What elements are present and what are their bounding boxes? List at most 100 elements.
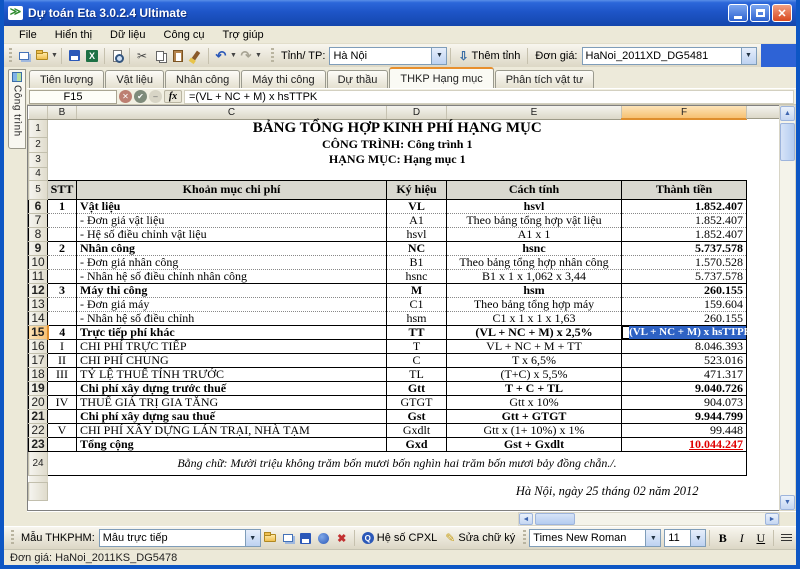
row-header[interactable]: 13 <box>29 297 48 311</box>
grid-cell[interactable]: 3 <box>48 283 77 297</box>
grid-cell[interactable]: Gtt + GTGT <box>447 409 622 423</box>
grid-cell[interactable]: TT <box>387 325 447 339</box>
align-left-button[interactable] <box>777 529 795 547</box>
item-line[interactable]: HẠNG MỤC: Hạng mục 1 <box>48 152 747 167</box>
grid-cell[interactable]: C <box>387 353 447 367</box>
row-header[interactable]: 3 <box>29 152 48 167</box>
grid-cell[interactable]: CHI PHÍ TRỰC TIẾP <box>77 339 387 353</box>
column-header-D[interactable]: D <box>387 106 447 119</box>
grid-cell[interactable]: (VL + NC + M) x 2,5% <box>447 325 622 339</box>
grid-cell[interactable]: 1.852.407 <box>622 227 747 241</box>
grid-cell[interactable]: 471.317 <box>622 367 747 381</box>
format-painter-button[interactable] <box>187 47 205 65</box>
font-size-select[interactable]: 11 ▼ <box>664 529 706 547</box>
grid-cell[interactable]: hsm <box>447 283 622 297</box>
project-line[interactable]: CÔNG TRÌNH: Công trình 1 <box>48 137 747 152</box>
column-header-E[interactable]: E <box>447 106 622 119</box>
amount-in-words[interactable]: Bằng chữ: Mười triệu không trăm bốn mươi… <box>48 451 747 475</box>
menu-view[interactable]: Hiển thị <box>46 27 101 43</box>
grid-cell[interactable]: A1 x 1 <box>447 227 622 241</box>
row-header[interactable]: 10 <box>29 255 48 269</box>
row-header[interactable] <box>29 482 48 500</box>
grid-cell[interactable]: 159.604 <box>622 297 747 311</box>
grid-cell[interactable]: (T+C) x 5,5% <box>447 367 622 381</box>
scroll-down-button[interactable]: ▼ <box>780 495 795 510</box>
row-header[interactable]: 2 <box>29 137 48 152</box>
grid-cell[interactable]: GTGT <box>387 395 447 409</box>
grid-cell[interactable]: M <box>387 283 447 297</box>
grid-cell[interactable]: TL <box>387 367 447 381</box>
toolbar-grip[interactable] <box>270 48 274 64</box>
confirm-entry-button[interactable]: ✔ <box>134 90 147 103</box>
copy-button[interactable] <box>151 47 169 65</box>
import-template-button[interactable] <box>279 529 297 547</box>
tab-vat-lieu[interactable]: Vật liệu <box>105 70 164 88</box>
font-name-dropdown-button[interactable]: ▼ <box>645 530 660 546</box>
add-province-button[interactable]: ⇩ Thêm tỉnh <box>454 48 524 64</box>
row-header[interactable]: 21 <box>29 409 48 423</box>
grid-cell[interactable]: 904.073 <box>622 395 747 409</box>
header-symbol[interactable]: Ký hiệu <box>387 180 447 199</box>
undo-button[interactable]: ↶ <box>212 47 230 65</box>
date-line[interactable]: Hà Nội, ngày 25 tháng 02 năm 2012 <box>48 482 747 500</box>
save-template-button[interactable] <box>297 529 315 547</box>
tab-thkp-hang-muc[interactable]: THKP Hạng mục <box>389 67 493 88</box>
row-header[interactable]: 9 <box>29 241 48 255</box>
print-preview-button[interactable] <box>108 47 126 65</box>
grid-cell[interactable]: - Nhân hệ số điều chỉnh <box>77 311 387 325</box>
minimize-button[interactable] <box>728 4 748 22</box>
grid-cell[interactable]: Gtt <box>387 381 447 395</box>
grid-cell[interactable]: 260.155 <box>622 283 747 297</box>
maximize-button[interactable] <box>750 4 770 22</box>
bold-button[interactable]: B <box>713 529 732 547</box>
new-button[interactable] <box>15 47 33 65</box>
header-name[interactable]: Khoản mục chi phí <box>77 180 387 199</box>
row-header[interactable] <box>29 475 48 482</box>
font-name-select[interactable]: Times New Roman ▼ <box>529 529 661 547</box>
row-header[interactable]: 5 <box>29 180 48 199</box>
tab-du-thau[interactable]: Dự thầu <box>327 70 389 88</box>
menu-tools[interactable]: Công cụ <box>155 27 214 43</box>
grid-cell[interactable]: 9.040.726 <box>622 381 747 395</box>
grid-cell[interactable]: Gxdlt <box>387 423 447 437</box>
row-header[interactable]: 24 <box>29 451 48 475</box>
row-header[interactable]: 16 <box>29 339 48 353</box>
header-calc[interactable]: Cách tính <box>447 180 622 199</box>
menu-help[interactable]: Trợ giúp <box>214 27 273 43</box>
align-center-button[interactable] <box>795 529 800 547</box>
export-excel-button[interactable]: X <box>83 47 101 65</box>
delete-template-button[interactable]: ✖ <box>333 529 351 547</box>
column-header-B[interactable]: B <box>48 106 77 119</box>
grid-cell[interactable]: hsm <box>387 311 447 325</box>
row-header[interactable]: 22 <box>29 423 48 437</box>
row-header-selected[interactable]: 15 <box>29 325 48 339</box>
tab-tien-luong[interactable]: Tiên lượng <box>29 70 104 88</box>
row-header[interactable]: 7 <box>29 213 48 227</box>
row-header[interactable]: 20 <box>29 395 48 409</box>
grid-cell[interactable]: 5.737.578 <box>622 269 747 283</box>
selected-cell-formula[interactable]: =(VL + NC + M) x hsTTPK <box>629 326 746 339</box>
row-header[interactable]: 11 <box>29 269 48 283</box>
toolbar-grip[interactable] <box>522 530 526 546</box>
grid-cell[interactable]: THUẾ GIÁ TRỊ GIA TĂNG <box>77 395 387 409</box>
corner-cell[interactable] <box>29 106 48 119</box>
cancel-entry-button[interactable]: ✕ <box>119 90 132 103</box>
grid-cell[interactable]: T + C + TL <box>447 381 622 395</box>
grid-cell[interactable]: I <box>48 339 77 353</box>
redo-dropdown-arrow-icon[interactable]: ▼ <box>255 52 262 59</box>
horizontal-scroll-thumb[interactable] <box>535 513 575 525</box>
empty-row[interactable] <box>48 475 747 482</box>
unit-price-select[interactable]: HaNoi_2011XD_DG5481 ▼ <box>582 47 757 65</box>
grid-cell[interactable]: C1 <box>387 297 447 311</box>
grid-cell[interactable]: Gtt x (1+ 10%) x 1% <box>447 423 622 437</box>
cut-button[interactable]: ✂ <box>133 47 151 65</box>
unit-price-dropdown-button[interactable]: ▼ <box>741 48 756 64</box>
edit-signature-button[interactable]: ✎ Sửa chữ ký <box>441 530 519 546</box>
selected-cell-F15[interactable]: =(VL + NC + M) x hsTTPK <box>622 325 747 339</box>
font-size-dropdown-button[interactable]: ▼ <box>690 530 705 546</box>
tab-nhan-cong[interactable]: Nhân công <box>165 70 240 88</box>
grid-cell[interactable]: Vật liệu <box>77 199 387 213</box>
grid-cell[interactable]: III <box>48 367 77 381</box>
scroll-left-button[interactable]: ◄ <box>519 513 533 525</box>
header-stt[interactable]: STT <box>48 180 77 199</box>
